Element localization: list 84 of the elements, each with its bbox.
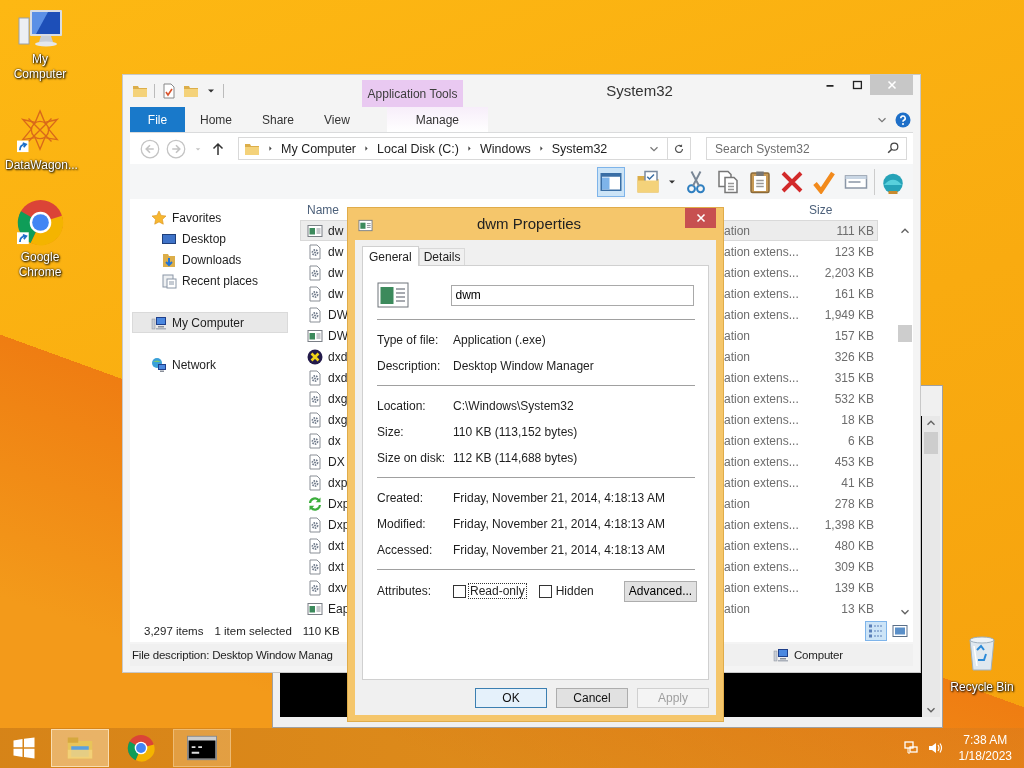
file-type: ation extens... bbox=[723, 517, 800, 532]
property-label: Accessed: bbox=[377, 543, 434, 557]
file-name: DW bbox=[328, 307, 348, 322]
file-size: 161 KB bbox=[833, 286, 874, 301]
nav-item-label: Recent places bbox=[182, 273, 259, 288]
file-type: ation extens... bbox=[723, 391, 800, 406]
file-size: 278 KB bbox=[833, 496, 874, 511]
file-name: dx bbox=[328, 433, 341, 448]
property-value: Application (.exe) bbox=[453, 333, 546, 347]
file-size: 326 KB bbox=[833, 349, 874, 364]
file-type: ation extens... bbox=[723, 559, 800, 574]
file-name: dxt bbox=[328, 559, 344, 574]
file-size: 2,203 KB bbox=[823, 265, 874, 280]
file-type: ation extens... bbox=[723, 433, 800, 448]
file-size: 123 KB bbox=[833, 244, 874, 259]
file-name: dxt bbox=[328, 538, 344, 553]
nav-item-label: Network bbox=[172, 357, 216, 372]
selection-count: 1 item selected bbox=[214, 624, 292, 637]
file-type: ation extens... bbox=[723, 454, 800, 469]
file-name: dw bbox=[328, 223, 344, 238]
file-name: dw bbox=[328, 244, 344, 259]
selection-size: 110 KB bbox=[302, 624, 340, 637]
nav-item-label: My Computer bbox=[172, 315, 245, 330]
file-type: ation bbox=[723, 496, 752, 511]
nav-item-label: Favorites bbox=[172, 210, 222, 225]
file-name: dxd bbox=[328, 370, 348, 385]
file-name: dw bbox=[328, 265, 344, 280]
property-value: 112 KB (114,688 bytes) bbox=[453, 451, 578, 465]
property-value: Friday, November 21, 2014, 4:18:13 AM bbox=[453, 543, 665, 557]
file-type: ation bbox=[723, 223, 752, 238]
file-name: dw bbox=[328, 286, 344, 301]
file-size: 157 KB bbox=[833, 328, 874, 343]
file-size: 532 KB bbox=[833, 391, 874, 406]
file-type: ation extens... bbox=[723, 370, 800, 385]
property-value: 110 KB (113,152 bytes) bbox=[453, 425, 578, 439]
file-type: ation extens... bbox=[723, 475, 800, 490]
file-name: DW bbox=[328, 328, 348, 343]
file-name: dxg bbox=[328, 412, 348, 427]
item-count: 3,297 items bbox=[144, 624, 204, 637]
file-type: ation bbox=[723, 349, 752, 364]
property-value: C:\Windows\System32 bbox=[453, 399, 574, 413]
file-size: 453 KB bbox=[833, 454, 874, 469]
property-label: Type of file: bbox=[377, 333, 440, 347]
file-type: ation extens... bbox=[723, 307, 800, 322]
file-size: 1,949 KB bbox=[823, 307, 874, 322]
file-name: dxd bbox=[328, 349, 348, 364]
file-name: dxv bbox=[328, 580, 347, 595]
file-description: File description: Desktop Window Manag bbox=[132, 649, 333, 661]
file-size: 6 KB bbox=[847, 433, 874, 448]
location-label: Computer bbox=[794, 649, 843, 661]
property-label: Location: bbox=[377, 399, 427, 413]
property-label: Description: bbox=[377, 359, 442, 373]
property-label: Attributes: bbox=[377, 584, 433, 598]
file-size: 13 KB bbox=[840, 601, 874, 616]
file-type: ation extens... bbox=[723, 286, 800, 301]
property-label: Size: bbox=[377, 425, 405, 439]
file-type: ation bbox=[723, 601, 752, 616]
property-value: Friday, November 21, 2014, 4:18:13 AM bbox=[453, 517, 665, 531]
file-type: ation extens... bbox=[723, 265, 800, 280]
file-name: dxp bbox=[328, 475, 348, 490]
file-size: 111 KB bbox=[835, 223, 874, 238]
file-type: ation extens... bbox=[723, 538, 800, 553]
file-size: 139 KB bbox=[833, 580, 874, 595]
file-name: DX bbox=[328, 454, 345, 469]
file-size: 480 KB bbox=[833, 538, 874, 553]
property-value: Desktop Window Manager bbox=[453, 359, 594, 373]
property-label: Size on disk: bbox=[377, 451, 447, 465]
property-value: Friday, November 21, 2014, 4:18:13 AM bbox=[453, 491, 665, 505]
dialog-title: dwm Properties bbox=[475, 214, 583, 234]
file-size: 18 KB bbox=[840, 412, 874, 427]
file-type: ation extens... bbox=[723, 412, 800, 427]
file-type: ation extens... bbox=[723, 244, 800, 259]
file-type: ation bbox=[723, 328, 752, 343]
file-name: dxg bbox=[328, 391, 348, 406]
file-size: 315 KB bbox=[833, 370, 874, 385]
property-label: Modified: bbox=[377, 517, 427, 531]
contextual-tab-group: Application Tools bbox=[362, 80, 463, 107]
nav-item-label: Desktop bbox=[182, 231, 227, 246]
file-size: 309 KB bbox=[833, 559, 874, 574]
file-size: 41 KB bbox=[840, 475, 874, 490]
file-size: 1,398 KB bbox=[823, 517, 874, 532]
nav-item-label: Downloads bbox=[182, 252, 242, 267]
property-label: Created: bbox=[377, 491, 425, 505]
window-title: System32 bbox=[605, 81, 674, 101]
